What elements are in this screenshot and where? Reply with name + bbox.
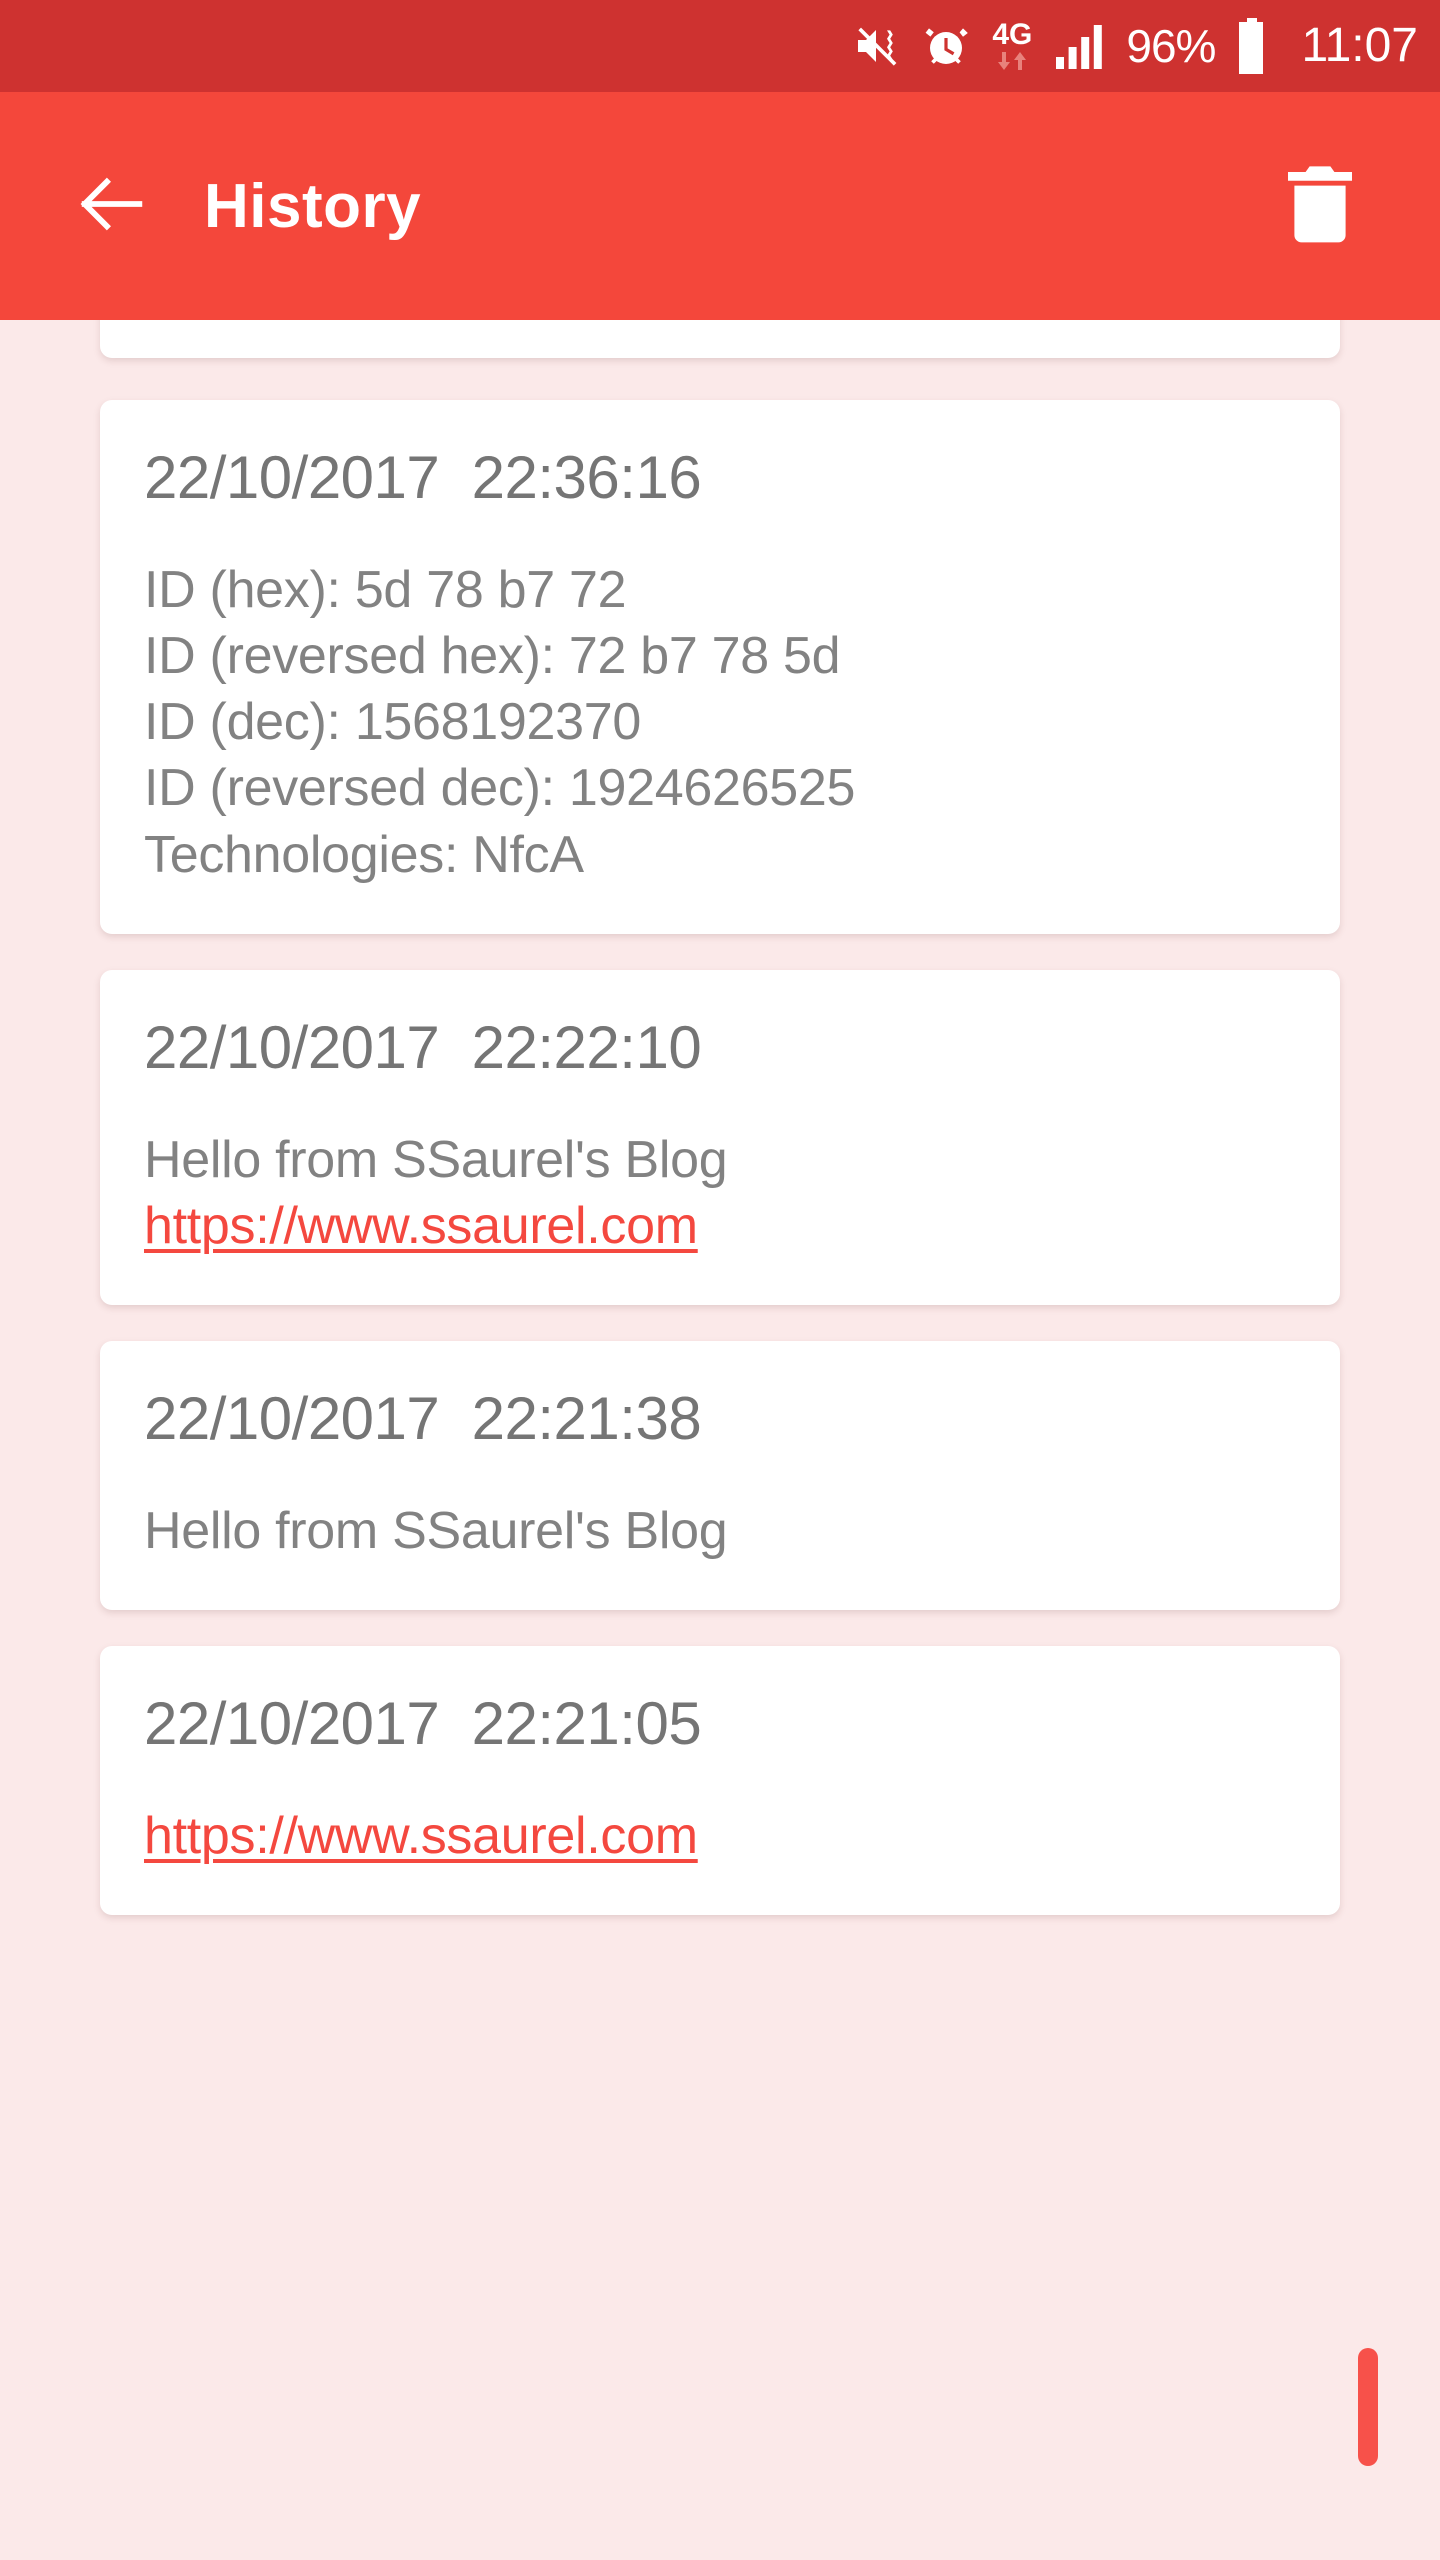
card-text-line: Hello from SSaurel's Blog bbox=[144, 1130, 728, 1189]
card-body: ID (hex): 5d 78 b7 72 ID (reversed hex): … bbox=[144, 557, 1294, 888]
card-line-row: https://www.ssaurel.com bbox=[144, 1803, 1294, 1869]
mute-vibrate-icon bbox=[854, 22, 902, 70]
card-text-line: Technologies: NfcA bbox=[144, 825, 584, 884]
card-text-line: ID (dec): 1568192370 bbox=[144, 693, 642, 752]
back-button[interactable] bbox=[56, 150, 168, 262]
card-body: Hello from SSaurel's Blog https://www.ssa… bbox=[144, 1127, 1294, 1259]
history-card[interactable]: 22/10/2017 22:21:05 https://www.ssaurel.c… bbox=[100, 1646, 1340, 1916]
delete-history-button[interactable] bbox=[1272, 158, 1368, 254]
history-card[interactable]: 22/10/2017 22:21:38 Hello from SSaurel's … bbox=[100, 1341, 1340, 1611]
battery-percent-label: 96% bbox=[1126, 20, 1216, 72]
app-bar: History bbox=[0, 92, 1440, 320]
card-line-row: https://www.ssaurel.com bbox=[144, 1193, 1294, 1259]
back-arrow-icon bbox=[71, 163, 153, 250]
status-bar-icons: 4G 96% 11:07 bbox=[854, 18, 1418, 74]
card-text-line: Hello from SSaurel's Blog bbox=[144, 1502, 728, 1561]
page-title: History bbox=[204, 171, 422, 241]
card-text-line: ID (reversed dec): 1924626525 bbox=[144, 759, 856, 818]
history-card[interactable]: 22/10/2017 22:22:10 Hello from SSaurel's … bbox=[100, 969, 1340, 1306]
card-timestamp: 22/10/2017 22:36:16 bbox=[144, 444, 702, 511]
card-text-line: ID (hex): 5d 78 b7 72 bbox=[144, 561, 627, 619]
alarm-clock-icon bbox=[922, 22, 970, 70]
card-timestamp: 22/10/2017 22:22:10 bbox=[144, 1013, 702, 1081]
card-link[interactable]: https://www.ssaurel.com bbox=[144, 1803, 698, 1869]
card-body: Hello from SSaurel's Blog bbox=[144, 1498, 1294, 1564]
battery-icon bbox=[1235, 18, 1269, 74]
history-card[interactable]: 22/10/2017 22:36:16 ID (hex): 5d 78 b7 72… bbox=[100, 400, 1340, 934]
card-link[interactable]: https://www.ssaurel.com bbox=[144, 1193, 698, 1259]
cards-container: 22/10/2017 22:36:16 ID (hex): 5d 78 b7 72… bbox=[0, 320, 1440, 1916]
network-4g-label: 4G bbox=[992, 18, 1033, 51]
network-4g-icon: 4G bbox=[990, 20, 1034, 72]
card-timestamp: 22/10/2017 22:21:05 bbox=[144, 1690, 702, 1758]
clock-label: 11:07 bbox=[1301, 19, 1418, 72]
card-text-line: ID (reversed hex): 72 b7 78 5d bbox=[144, 627, 841, 686]
history-list[interactable]: 22/10/2017 22:36:16 ID (hex): 5d 78 b7 72… bbox=[0, 320, 1440, 2560]
scrollbar-thumb[interactable] bbox=[1358, 2348, 1378, 2466]
trash-icon bbox=[1284, 164, 1356, 249]
history-card-partial[interactable] bbox=[100, 320, 1340, 358]
signal-bars-icon bbox=[1054, 23, 1104, 69]
card-timestamp: 22/10/2017 22:21:38 bbox=[144, 1385, 702, 1453]
status-bar: 4G 96% 11:07 bbox=[0, 0, 1440, 92]
card-body: https://www.ssaurel.com bbox=[144, 1803, 1294, 1869]
